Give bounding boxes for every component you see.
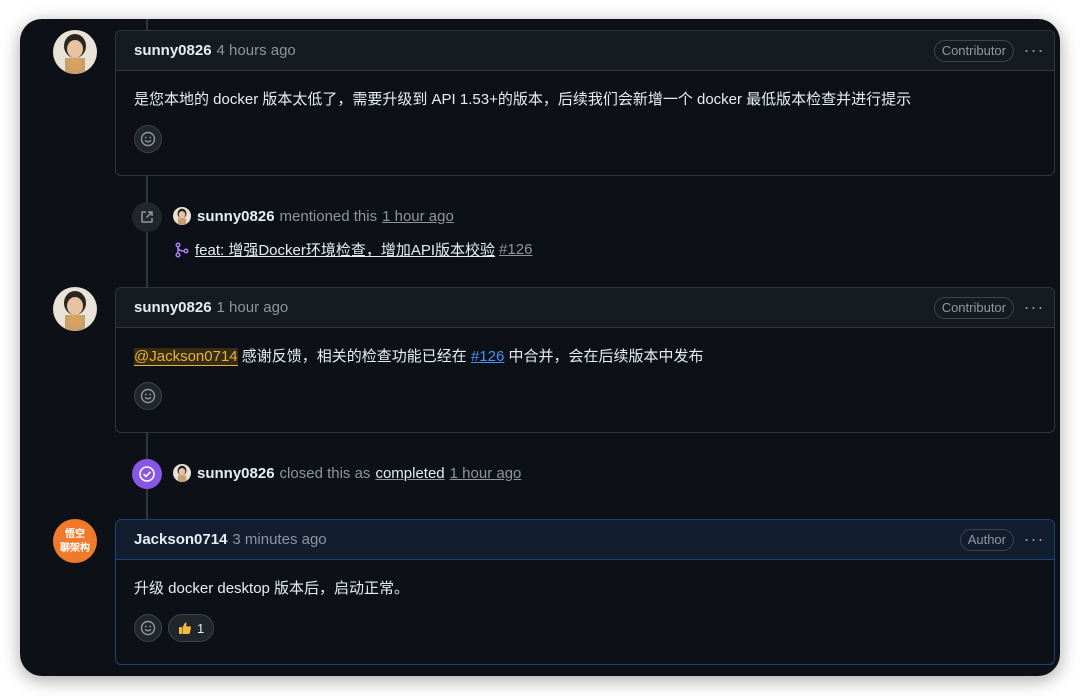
more-options-icon[interactable]: ··· <box>1022 529 1046 550</box>
add-reaction-button[interactable] <box>134 614 162 642</box>
link-external-icon <box>141 211 153 223</box>
user-mention-link[interactable]: @Jackson0714 <box>134 348 238 366</box>
thumbs-up-reaction-button[interactable]: 1 <box>168 614 215 642</box>
comment-body: @Jackson0714 感谢反馈，相关的检查功能已经在 #126 中合并，会在… <box>116 328 1054 410</box>
comment-author[interactable]: sunny0826 <box>134 42 212 59</box>
mentioned-event: sunny0826 mentioned this 1 hour ago <box>173 207 454 225</box>
comment-header: Jackson0714 3 minutes ago Author ··· <box>116 520 1054 560</box>
mini-avatar[interactable] <box>173 464 191 482</box>
linked-pull-request: feat: 增强Docker环境检查，增加API版本校验 #126 <box>174 239 532 260</box>
event-timestamp[interactable]: 1 hour ago <box>382 208 454 225</box>
add-reaction-button[interactable] <box>134 382 162 410</box>
comment-timestamp[interactable]: 3 minutes ago <box>232 531 326 548</box>
check-circle-icon <box>139 466 155 482</box>
comment-card: Jackson0714 3 minutes ago Author ··· 升级 … <box>115 519 1055 665</box>
event-actor[interactable]: sunny0826 <box>197 465 275 482</box>
contributor-badge: Contributor <box>933 296 1014 319</box>
event-timestamp[interactable]: 1 hour ago <box>450 465 522 482</box>
event-text: closed this as <box>279 464 371 482</box>
closed-event: sunny0826 closed this as completed 1 hou… <box>173 464 521 482</box>
comment-header: sunny0826 4 hours ago Contributor ··· <box>116 31 1054 71</box>
smiley-icon <box>140 131 156 147</box>
comment-card: sunny0826 4 hours ago Contributor ··· 是您… <box>115 30 1055 176</box>
comment-text-part: 感谢反馈，相关的检查功能已经在 <box>237 348 471 365</box>
comment-timestamp[interactable]: 1 hour ago <box>217 299 289 316</box>
add-reaction-button[interactable] <box>134 125 162 153</box>
smiley-icon <box>140 388 156 404</box>
comment-author[interactable]: Jackson0714 <box>134 531 227 548</box>
comment-text: 是您本地的 docker 版本太低了，需要升级到 API 1.53+的版本，后续… <box>134 91 912 108</box>
thumbs-up-icon <box>179 622 191 634</box>
comment-author[interactable]: sunny0826 <box>134 299 212 316</box>
comment-text-part: 中合并，会在后续版本中发布 <box>504 348 704 365</box>
issue-timeline-window: sunny0826 4 hours ago Contributor ··· 是您… <box>20 19 1060 676</box>
cross-reference-event-icon <box>132 202 162 232</box>
comment-text: @Jackson0714 感谢反馈，相关的检查功能已经在 #126 中合并，会在… <box>134 328 1036 368</box>
close-reason-link[interactable]: completed <box>375 465 444 482</box>
pr-number-link[interactable]: #126 <box>499 241 532 258</box>
comment-text: 升级 docker desktop 版本后，启动正常。 <box>134 580 410 597</box>
event-actor[interactable]: sunny0826 <box>197 208 275 225</box>
author-badge: Author <box>959 528 1014 551</box>
more-options-icon[interactable]: ··· <box>1022 297 1046 318</box>
smiley-icon <box>140 620 156 636</box>
author-avatar[interactable]: 悟空 聊架构 <box>53 519 97 563</box>
avatar[interactable] <box>53 287 97 331</box>
avatar-logo-text: 聊架构 <box>60 542 90 554</box>
more-options-icon[interactable]: ··· <box>1022 40 1046 61</box>
comment-timestamp[interactable]: 4 hours ago <box>217 42 296 59</box>
comment-header: sunny0826 1 hour ago Contributor ··· <box>116 288 1054 328</box>
closed-event-icon <box>132 459 162 489</box>
mini-avatar[interactable] <box>173 207 191 225</box>
avatar[interactable] <box>53 30 97 74</box>
git-merge-icon <box>175 241 189 258</box>
contributor-badge: Contributor <box>933 39 1014 62</box>
pr-title-link[interactable]: feat: 增强Docker环境检查，增加API版本校验 <box>195 239 495 260</box>
reaction-count: 1 <box>197 620 205 636</box>
event-text: mentioned this <box>279 207 378 225</box>
issue-reference-link[interactable]: #126 <box>471 348 504 365</box>
comment-body: 是您本地的 docker 版本太低了，需要升级到 API 1.53+的版本，后续… <box>116 71 1054 153</box>
avatar-logo-text: 悟空 <box>65 528 85 540</box>
comment-body: 升级 docker desktop 版本后，启动正常。 1 <box>116 560 1054 642</box>
comment-card: sunny0826 1 hour ago Contributor ··· @Ja… <box>115 287 1055 433</box>
